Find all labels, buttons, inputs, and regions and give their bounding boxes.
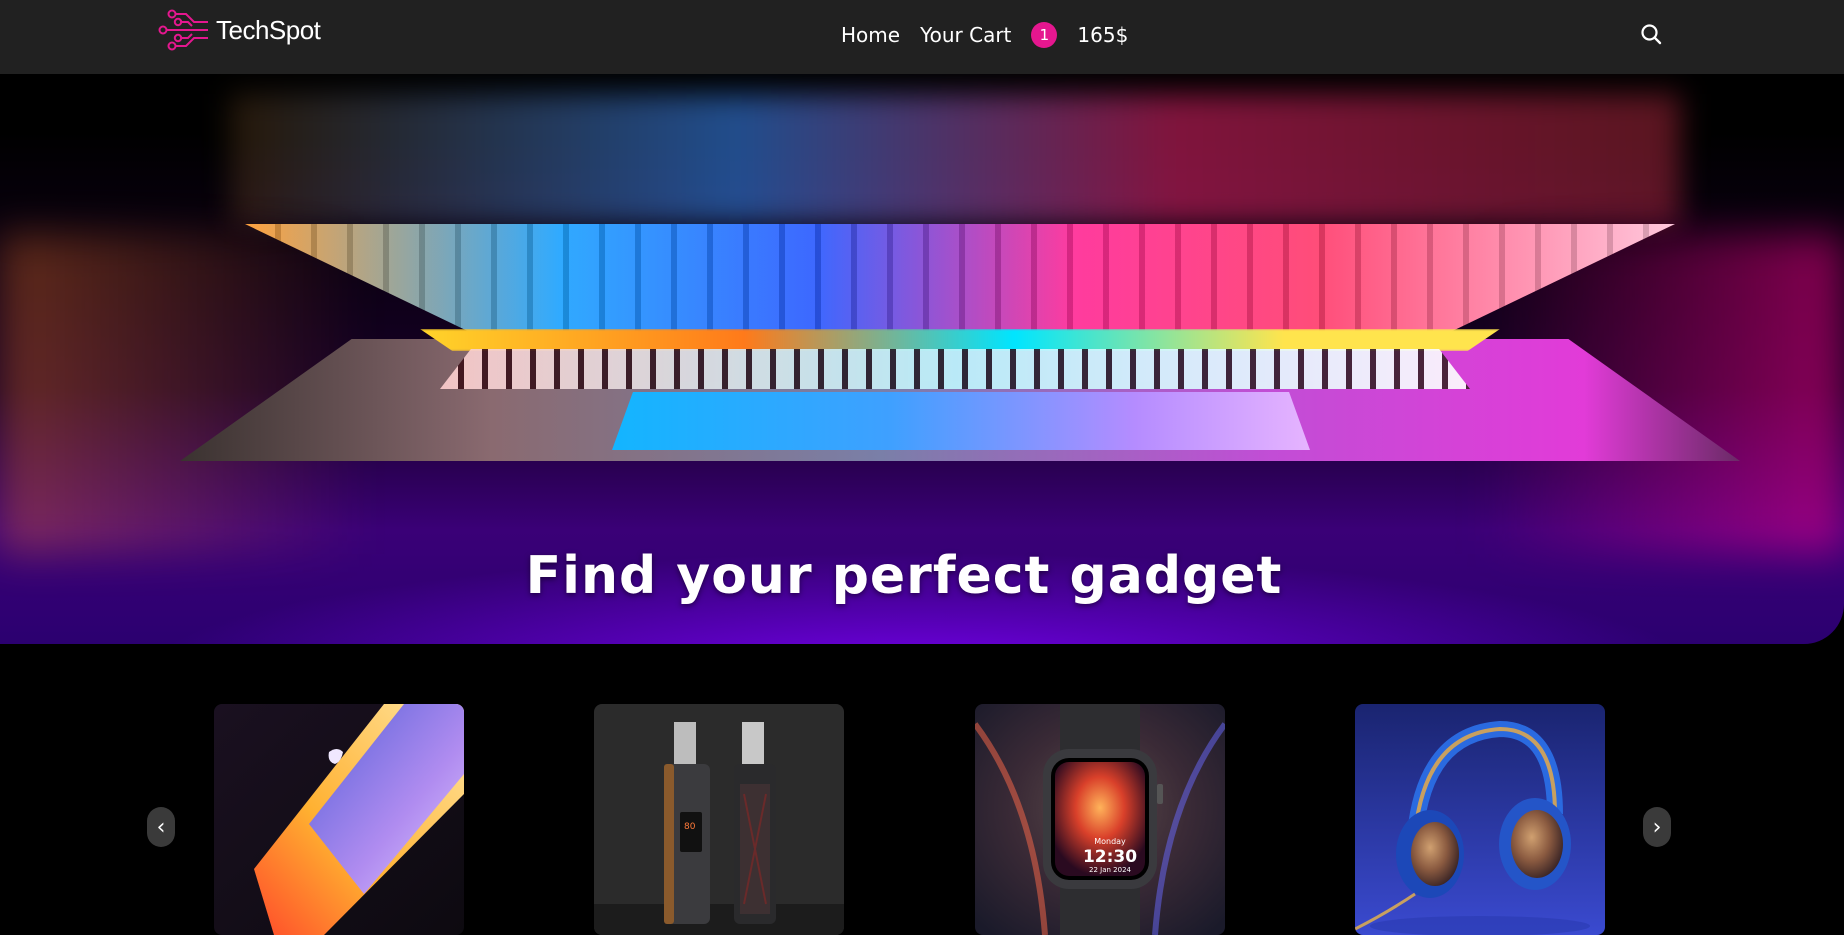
- carousel-next-button[interactable]: ›: [1643, 807, 1671, 847]
- search-icon: [1641, 24, 1662, 45]
- hero-laptop-hinge-glow: [420, 329, 1500, 351]
- svg-text:80: 80: [684, 822, 696, 832]
- navbar: TechSpot Home Your Cart 1 165$: [0, 0, 1844, 74]
- vape-devices-product-image: 80: [594, 704, 844, 935]
- laptop-product-image: [214, 704, 464, 935]
- product-card-smartwatch[interactable]: Monday 12:30 22 Jan 2024: [975, 704, 1225, 935]
- watch-date: 22 Jan 2024: [1089, 866, 1132, 874]
- hero-light-streaks: [230, 94, 1680, 224]
- product-carousel: ‹ 80 Monday 12:30 22 Jan 2024 ›: [0, 690, 1844, 935]
- headphones-product-image: [1355, 704, 1605, 935]
- watch-day: Monday: [1094, 837, 1126, 846]
- hero-laptop-trackpad: [612, 392, 1310, 450]
- product-card-laptop[interactable]: [214, 704, 464, 935]
- hero-laptop-screen: [245, 224, 1675, 334]
- product-card-headphones[interactable]: [1355, 704, 1605, 935]
- cart-total: 165$: [1077, 23, 1129, 47]
- brand-name: TechSpot: [216, 14, 321, 45]
- search-button[interactable]: [1639, 22, 1663, 46]
- hero-laptop-keyboard: [440, 349, 1470, 389]
- brand-logo[interactable]: TechSpot: [158, 8, 321, 52]
- cart-count-badge: 1: [1031, 22, 1058, 48]
- hero-banner: Find your perfect gadget: [0, 74, 1844, 644]
- nav-cart-link[interactable]: Your Cart: [920, 23, 1011, 47]
- carousel-prev-button[interactable]: ‹: [147, 807, 175, 847]
- product-card-vape[interactable]: 80: [594, 704, 844, 935]
- nav-home-link[interactable]: Home: [841, 23, 900, 47]
- main-nav: Home Your Cart 1 165$: [841, 19, 1128, 51]
- hero-title: Find your perfect gadget: [525, 545, 1283, 606]
- circuit-logo-icon: [158, 9, 208, 51]
- smartwatch-product-image: Monday 12:30 22 Jan 2024: [975, 704, 1225, 935]
- watch-time: 12:30: [1083, 847, 1137, 867]
